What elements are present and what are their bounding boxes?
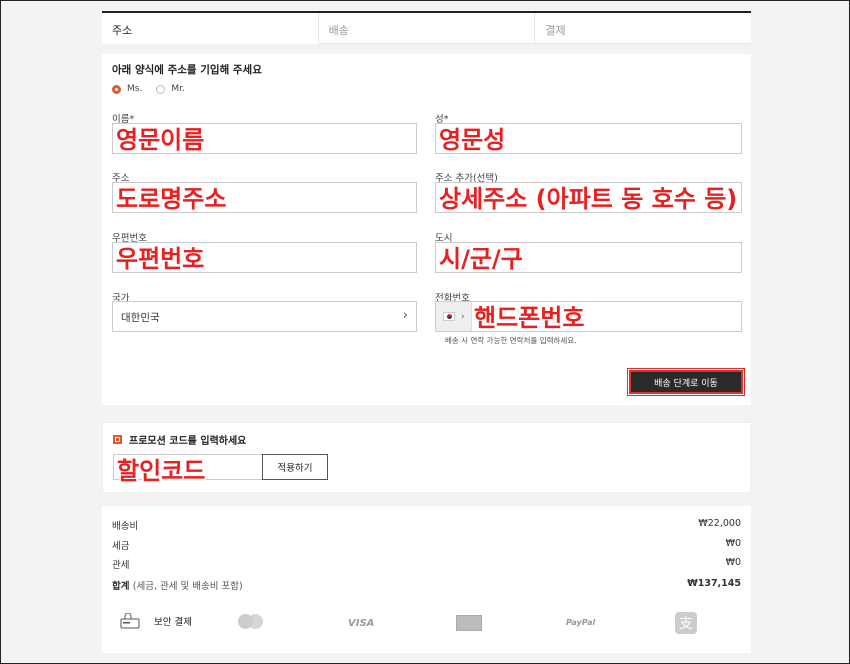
promo-code-input[interactable]: 할인코드	[113, 454, 263, 485]
tab-payment[interactable]: 결제	[535, 13, 752, 44]
alipay-icon: 支	[675, 612, 697, 634]
total-label-group: 합계 (세금, 관세 및 배송비 포함)	[112, 578, 243, 592]
apply-promo-button[interactable]: 적용하기	[262, 454, 328, 480]
country-value: 대한민국	[121, 312, 160, 324]
salutation-group: Ms. Mr.	[112, 84, 185, 94]
summary-label: 세금	[112, 541, 130, 552]
summary-row-tax: 세금 ₩0	[112, 538, 741, 552]
postal-field[interactable]: 우편번호	[112, 242, 417, 273]
radio-mr[interactable]: Mr.	[156, 84, 185, 94]
summary-value: ₩22,000	[698, 518, 741, 529]
secure-payment-label: 보안 결제	[154, 617, 192, 628]
address-field[interactable]: 도로명주소	[112, 182, 417, 213]
promo-title: 프로모션 코드를 입력하세요	[129, 436, 247, 447]
address2-field[interactable]: 상세주소 (아파트 동 호수 등)	[435, 182, 742, 213]
chevron-right-icon: ›	[461, 311, 465, 322]
first-name-annotation: 영문이름	[116, 126, 205, 154]
summary-value: ₩0	[725, 538, 741, 549]
phone-hint: 배송 시 연락 가능한 연락처를 입력하세요.	[445, 336, 577, 345]
summary-row-duties: 관세 ₩0	[112, 557, 741, 571]
tab-shipping[interactable]: 배송	[318, 13, 536, 44]
first-name-field[interactable]: 영문이름	[112, 123, 417, 154]
total-label: 합계	[112, 581, 130, 592]
chevron-right-icon: ›	[402, 308, 408, 323]
form-title: 아래 양식에 주소를 기입해 주세요	[112, 64, 262, 76]
country-code-selector[interactable]: ›	[436, 302, 472, 331]
phone-field[interactable]: › 핸드폰번호	[435, 301, 742, 332]
address2-annotation: 상세주소 (아파트 동 호수 등)	[439, 185, 738, 213]
radio-ms-dot[interactable]	[112, 84, 121, 94]
payment-methods: 보안 결제 VISA PayPal 支	[112, 608, 741, 638]
promo-annotation: 할인코드	[117, 457, 206, 485]
total-sublabel: (세금, 관세 및 배송비 포함)	[132, 581, 243, 592]
radio-ms[interactable]: Ms.	[112, 84, 142, 94]
promo-checkbox[interactable]	[113, 435, 122, 444]
city-field[interactable]: 시/군/구	[435, 242, 742, 273]
checkout-steps: 주소 배송 결제	[102, 11, 752, 44]
amex-icon	[456, 615, 482, 631]
address-annotation: 도로명주소	[116, 185, 227, 213]
last-name-annotation: 영문성	[439, 126, 506, 154]
radio-ms-label: Ms.	[127, 84, 143, 94]
visa-icon: VISA	[348, 618, 375, 629]
summary-label: 배송비	[112, 521, 139, 532]
city-annotation: 시/군/구	[439, 245, 523, 273]
paypal-icon: PayPal	[566, 618, 596, 627]
summary-row-total: 합계 (세금, 관세 및 배송비 포함) ₩137,145	[112, 578, 741, 592]
phone-annotation: 핸드폰번호	[474, 304, 585, 332]
next-step-button[interactable]: 배송 단계로 이동	[627, 368, 745, 396]
korea-flag-icon	[443, 312, 455, 321]
order-summary: 배송비 ₩22,000 세금 ₩0 관세 ₩0 합계 (세금, 관세 및 배송비…	[102, 506, 751, 653]
summary-value: ₩0	[725, 557, 741, 568]
last-name-field[interactable]: 영문성	[435, 123, 742, 154]
radio-mr-dot[interactable]	[156, 84, 166, 94]
address-form: 아래 양식에 주소를 기입해 주세요 Ms. Mr. 이름* 영문이름 성* 영…	[102, 54, 751, 405]
tab-address[interactable]: 주소	[102, 13, 319, 44]
secure-card-icon	[120, 613, 140, 629]
mastercard-icon	[238, 614, 264, 630]
summary-row-shipping: 배송비 ₩22,000	[112, 518, 741, 532]
country-select[interactable]: 대한민국 ›	[112, 301, 417, 332]
radio-mr-label: Mr.	[171, 84, 185, 94]
promo-toggle[interactable]: 프로모션 코드를 입력하세요	[113, 432, 246, 447]
postal-annotation: 우편번호	[116, 245, 205, 273]
promo-section: 프로모션 코드를 입력하세요 할인코드 적용하기	[102, 422, 751, 493]
summary-label: 관세	[112, 560, 130, 571]
total-value: ₩137,145	[687, 578, 741, 589]
secure-payment: 보안 결제	[120, 613, 192, 629]
